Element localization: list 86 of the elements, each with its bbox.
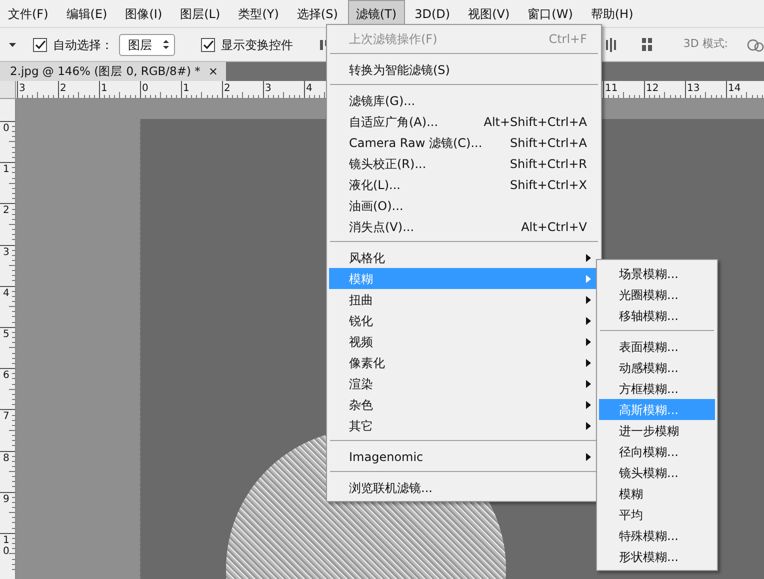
close-tab-button[interactable]: ×	[208, 62, 218, 80]
menu-item[interactable]: 自适应广角(A)... Alt+Shift+Ctrl+A	[329, 111, 599, 132]
submenu-item[interactable]: 形状模糊...	[599, 546, 715, 567]
submenu-item[interactable]: 光圈模糊...	[599, 284, 715, 305]
menu-item[interactable]: 滤镜库(G)...	[329, 90, 599, 111]
ruler-number: 10	[3, 536, 10, 557]
submenu-item[interactable]: 表面模糊...	[599, 336, 715, 357]
ruler-number: 7	[3, 412, 10, 423]
menu-item[interactable]: 视图(V)	[460, 0, 518, 27]
checkbox-label: 自动选择：	[53, 36, 113, 54]
menu-item[interactable]: 液化(L)... Shift+Ctrl+X	[329, 174, 599, 195]
menu-item[interactable]: 窗口(W)	[520, 0, 581, 27]
ruler-number: 3	[19, 84, 26, 94]
ruler-number: 3	[265, 84, 272, 94]
checkbox[interactable]	[33, 38, 47, 52]
submenu-arrow-icon	[586, 380, 591, 388]
checkbox-label: 显示变换控件	[221, 36, 293, 54]
ruler-number: 13	[687, 84, 700, 94]
menu-item[interactable]: 编辑(E)	[58, 0, 116, 27]
menu-item[interactable]: 3D(D)	[406, 0, 458, 27]
menu-item[interactable]: Camera Raw 滤镜(C)... Shift+Ctrl+A	[329, 132, 599, 153]
ruler-number: 1	[3, 165, 10, 176]
menu-item[interactable]: 视频	[329, 331, 599, 352]
ruler-number: 0	[3, 124, 10, 134]
menu-item[interactable]: 其它	[329, 415, 599, 436]
ruler-number: 4	[306, 84, 312, 94]
menu-item[interactable]: 浏览联机滤镜...	[329, 477, 599, 498]
submenu-arrow-icon	[586, 338, 591, 346]
submenu-item[interactable]: 方框模糊...	[599, 378, 715, 399]
menu-item[interactable]: 图层(L)	[172, 0, 228, 27]
submenu-item[interactable]: 进一步模糊	[599, 420, 715, 441]
document-title: 2.jpg @ 146% (图层 0, RGB/8#) *	[10, 62, 200, 80]
menu-item[interactable]: 消失点(V)... Alt+Ctrl+V	[329, 216, 599, 237]
ruler-number: 2	[60, 84, 66, 94]
menu-item[interactable]: 渲染	[329, 373, 599, 394]
menu-item[interactable]: 锐化	[329, 310, 599, 331]
submenu-arrow-icon	[586, 296, 591, 304]
ruler-number: 14	[728, 84, 741, 94]
submenu-item[interactable]: 特殊模糊...	[599, 525, 715, 546]
ruler-number: 8	[3, 454, 10, 464]
ruler-number: 2	[224, 84, 230, 94]
submenu-arrow-icon	[586, 316, 591, 324]
distribute-icon[interactable]	[605, 38, 618, 52]
submenu-item[interactable]: 镜头模糊...	[599, 462, 715, 483]
menu-item[interactable]: 选择(S)	[288, 0, 346, 27]
menu-item[interactable]: Imagenomic	[329, 446, 599, 467]
submenu-arrow-icon	[586, 400, 591, 408]
ruler-number: 0	[142, 84, 148, 94]
submenu-item[interactable]: 模糊	[599, 483, 715, 504]
ruler-number: 3	[3, 248, 10, 258]
caret-icon[interactable]	[8, 40, 17, 48]
menu-item[interactable]: 转换为智能滤镜(S)	[329, 59, 599, 80]
ruler-number: 1	[183, 84, 190, 94]
ruler-number: 11	[605, 84, 618, 94]
menu-item[interactable]: 风格化	[329, 247, 599, 268]
menu-item[interactable]: 帮助(H)	[582, 0, 642, 27]
menu-item[interactable]: 文件(F)	[0, 0, 56, 27]
submenu-item[interactable]: 径向模糊...	[599, 441, 715, 462]
menu-item[interactable]: 像素化	[329, 352, 599, 373]
submenu-item[interactable]: 移轴模糊...	[599, 305, 715, 326]
menu-item[interactable]: 油画(O)...	[329, 195, 599, 216]
submenu-item[interactable]: 平均	[599, 504, 715, 525]
submenu-arrow-icon	[586, 274, 591, 282]
ruler-number: 5	[3, 330, 10, 340]
menu-item[interactable]: 图像(I)	[117, 0, 170, 27]
ruler-number: 12	[646, 84, 659, 94]
submenu-item[interactable]: 场景模糊...	[599, 263, 715, 284]
menu-item[interactable]: 类型(Y)	[230, 0, 287, 27]
ruler-number: 1	[101, 84, 108, 94]
menu-item[interactable]: 镜头校正(R)... Shift+Ctrl+R	[329, 153, 599, 174]
ruler-number: 4	[3, 288, 10, 300]
mode-label: 3D 模式:	[683, 36, 728, 52]
checkbox[interactable]	[201, 38, 215, 52]
ruler-number: 2	[3, 206, 10, 217]
document-tab[interactable]: 2.jpg @ 146% (图层 0, RGB/8#) * ×	[0, 62, 226, 81]
submenu-arrow-icon	[586, 452, 591, 460]
ruler-number: 9	[3, 494, 10, 506]
submenu-item[interactable]: 动感模糊...	[599, 357, 715, 378]
submenu-arrow-icon	[586, 358, 591, 366]
up-down-arrows-icon	[162, 39, 170, 50]
menu-item[interactable]: 杂色	[329, 394, 599, 415]
submenu-arrow-icon	[586, 254, 591, 262]
submenu-arrow-icon	[586, 422, 591, 430]
layer-select[interactable]: 图层	[119, 34, 175, 56]
ruler-number: 6	[3, 371, 10, 382]
menu-item[interactable]: 扭曲	[329, 289, 599, 310]
